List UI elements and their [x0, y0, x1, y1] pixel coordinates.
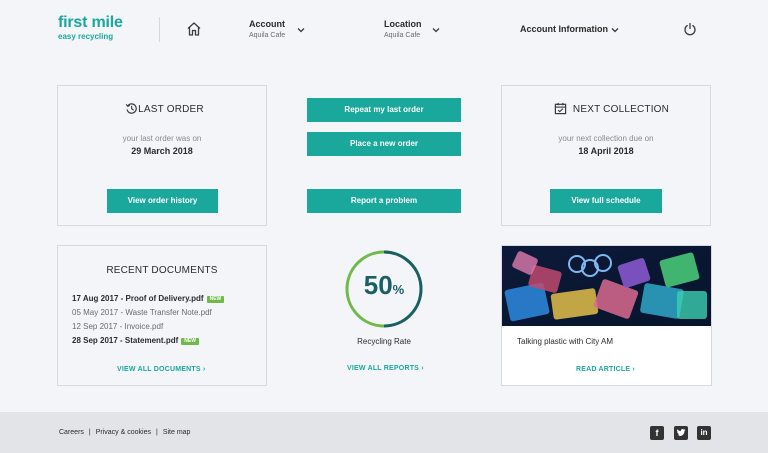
footer: Careers | Privacy & cookies | Site map f in	[0, 412, 768, 453]
careers-link[interactable]: Careers	[59, 429, 84, 436]
last-order-subtitle: your last order was on	[122, 134, 202, 143]
recycling-rate-number: 50	[363, 270, 393, 300]
twitter-icon[interactable]	[674, 426, 688, 440]
facebook-icon[interactable]: f	[650, 426, 664, 440]
account-label: Account	[249, 19, 285, 29]
article-title[interactable]: Talking plastic with City AM	[517, 337, 613, 346]
footer-links: Careers | Privacy & cookies | Site map	[59, 429, 190, 436]
view-all-reports-label: VIEW ALL REPORTS	[347, 365, 420, 372]
recent-documents-title: RECENT DOCUMENTS	[106, 265, 218, 276]
new-badge: NEW	[206, 296, 225, 303]
document-name: 05 May 2017 - Waste Transfer Note.pdf	[72, 308, 212, 317]
logo[interactable]: first mile easy recycling	[58, 15, 123, 42]
recent-documents-card: RECENT DOCUMENTS 17 Aug 2017 - Proof of …	[57, 245, 267, 386]
home-icon[interactable]	[186, 21, 202, 37]
last-order-card: LAST ORDER your last order was on 29 Mar…	[57, 85, 267, 226]
document-name: 28 Sep 2017 - Statement.pdf	[72, 336, 179, 345]
header-divider	[159, 17, 160, 42]
footer-separator: |	[88, 429, 91, 436]
document-name: 12 Sep 2017 - Invoice.pdf	[72, 322, 164, 331]
repeat-last-order-button[interactable]: Repeat my last order	[307, 98, 461, 122]
privacy-cookies-link[interactable]: Privacy & cookies	[96, 429, 151, 436]
last-order-date: 29 March 2018	[131, 146, 193, 156]
recycling-rate-value: 50%	[344, 270, 424, 301]
document-item[interactable]: 17 Aug 2017 - Proof of Delivery.pdf NEW	[72, 294, 225, 304]
chevron-down-icon[interactable]	[431, 25, 441, 35]
chevron-down-icon[interactable]	[296, 25, 306, 35]
site-map-link[interactable]: Site map	[163, 429, 191, 436]
next-collection-title: NEXT COLLECTION	[572, 104, 670, 115]
view-all-documents-label: VIEW ALL DOCUMENTS	[117, 366, 201, 373]
recycling-rate-unit: %	[392, 282, 405, 297]
read-article-link[interactable]: READ ARTICLE ›	[576, 366, 635, 373]
next-collection-subtitle: your next collection due on	[558, 134, 654, 143]
document-item[interactable]: 12 Sep 2017 - Invoice.pdf	[72, 322, 163, 332]
read-article-label: READ ARTICLE	[576, 366, 631, 373]
report-problem-button[interactable]: Report a problem	[307, 189, 461, 213]
article-card[interactable]: Talking plastic with City AM READ ARTICL…	[501, 245, 712, 386]
view-all-documents-link[interactable]: VIEW ALL DOCUMENTS ›	[117, 366, 205, 373]
account-information-menu[interactable]: Account Information	[520, 24, 608, 34]
account-selector[interactable]: Account Aquila Cafe	[249, 19, 285, 41]
location-selector[interactable]: Location Aquila Cafe	[384, 19, 422, 41]
document-item[interactable]: 05 May 2017 - Waste Transfer Note.pdf	[72, 308, 212, 318]
header: first mile easy recycling Account Aquila…	[0, 0, 768, 60]
view-all-reports-link[interactable]: VIEW ALL REPORTS ›	[347, 365, 424, 372]
account-value: Aquila Cafe	[249, 32, 286, 39]
place-new-order-button[interactable]: Place a new order	[307, 132, 461, 156]
new-badge: NEW	[181, 338, 199, 345]
document-name: 17 Aug 2017 - Proof of Delivery.pdf	[72, 294, 204, 303]
view-order-history-button[interactable]: View order history	[107, 189, 218, 213]
power-icon[interactable]	[683, 22, 697, 36]
document-item[interactable]: 28 Sep 2017 - Statement.pdf NEW	[72, 336, 199, 346]
view-full-schedule-button[interactable]: View full schedule	[550, 189, 662, 213]
location-value: Aquila Cafe	[384, 32, 421, 39]
recycling-rate-label: Recycling Rate	[357, 337, 411, 346]
next-collection-date: 18 April 2018	[578, 146, 634, 156]
footer-separator: |	[155, 429, 158, 436]
last-order-title: LAST ORDER	[138, 104, 204, 115]
logo-tagline: easy recycling	[58, 32, 114, 41]
logo-main: first mile	[58, 14, 123, 31]
location-label: Location	[384, 19, 422, 29]
next-collection-card: NEXT COLLECTION your next collection due…	[501, 85, 711, 226]
chevron-down-icon[interactable]	[610, 25, 620, 35]
article-image[interactable]	[502, 246, 711, 326]
linkedin-icon[interactable]: in	[697, 426, 711, 440]
